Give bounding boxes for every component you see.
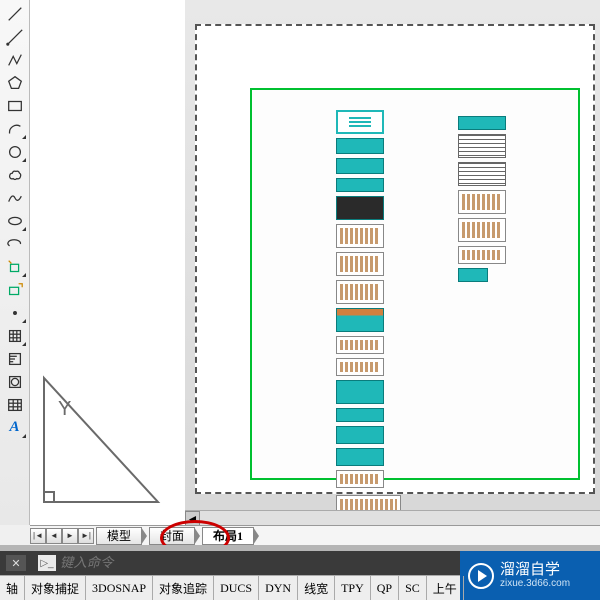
sheet-thumb — [336, 178, 384, 192]
tab-next-button[interactable]: ► — [62, 528, 78, 544]
status-qp[interactable]: QP — [371, 576, 399, 600]
spline-tool[interactable] — [3, 186, 27, 209]
title-block-thumb — [336, 110, 384, 134]
layout-tabs-bar: |◄ ◄ ► ►| 模型 封面 布局1 — [30, 525, 600, 545]
layout-viewport[interactable] — [250, 88, 580, 480]
horizontal-scrollbar[interactable]: ◄ — [185, 510, 600, 525]
status-ducs[interactable]: DUCS — [214, 576, 259, 600]
mtext-tool[interactable]: A — [3, 416, 27, 439]
sheet-thumb — [336, 426, 384, 444]
sheet-thumb — [336, 408, 384, 422]
line-tool[interactable] — [3, 2, 27, 25]
sheet-column-left — [336, 110, 384, 492]
scroll-left-icon[interactable]: ◄ — [185, 511, 200, 526]
tab-first-button[interactable]: |◄ — [30, 528, 46, 544]
sheet-thumb — [336, 380, 384, 404]
tab-model-label: 模型 — [107, 527, 131, 544]
status-otrack[interactable]: 对象追踪 — [153, 576, 214, 600]
badge-brand: 溜溜自学 — [500, 562, 570, 579]
rectangle-tool[interactable] — [3, 94, 27, 117]
status-tpy[interactable]: TPY — [335, 576, 371, 600]
sheet-column-right — [458, 116, 506, 286]
tab-cover[interactable]: 封面 — [149, 527, 195, 545]
play-icon — [468, 563, 494, 589]
arc-tool[interactable] — [3, 117, 27, 140]
tab-separator-icon — [253, 527, 259, 545]
sheet-thumb — [336, 138, 384, 154]
mtext-label: A — [9, 419, 19, 436]
point-tool[interactable] — [3, 301, 27, 324]
close-cmdline-button[interactable]: ✕ — [6, 555, 26, 571]
sheet-thumb — [458, 190, 506, 214]
sheet-thumb — [458, 116, 506, 130]
sheet-thumb — [458, 246, 506, 264]
status-bar: 轴 对象捕捉 3DOSNAP 对象追踪 DUCS DYN 线宽 TPY QP S… — [0, 575, 460, 600]
badge-site: zixue.3d66.com — [500, 578, 570, 589]
tab-separator-icon — [194, 527, 200, 545]
tab-separator-icon — [141, 527, 147, 545]
status-dyn[interactable]: DYN — [259, 576, 298, 600]
polygon-tool[interactable] — [3, 71, 27, 94]
table-tool[interactable] — [3, 393, 27, 416]
sheet-thumb — [336, 252, 384, 276]
ucs-y-text: Y — [58, 398, 71, 421]
sheet-thumb — [458, 268, 488, 282]
status-lwt[interactable]: 线宽 — [298, 576, 335, 600]
sheet-thumb — [458, 134, 506, 158]
sheet-thumb — [336, 336, 384, 354]
status-axis[interactable]: 轴 — [0, 576, 25, 600]
gradient-tool[interactable] — [3, 347, 27, 370]
watermark-badge: 溜溜自学 zixue.3d66.com — [460, 551, 600, 600]
status-3dosnap[interactable]: 3DOSNAP — [86, 576, 153, 600]
tab-last-button[interactable]: ►| — [78, 528, 94, 544]
ellipse-tool[interactable] — [3, 209, 27, 232]
tab-prev-button[interactable]: ◄ — [46, 528, 62, 544]
status-osnap[interactable]: 对象捕捉 — [25, 576, 86, 600]
sheet-thumb — [336, 308, 384, 332]
sheet-thumb — [336, 280, 384, 304]
circle-tool[interactable] — [3, 140, 27, 163]
hatch-tool[interactable] — [3, 324, 27, 347]
sheet-thumb — [336, 358, 384, 376]
sheet-thumb — [336, 470, 384, 488]
sheet-thumb — [458, 162, 506, 186]
sheet-thumb — [336, 448, 384, 466]
draw-toolbar: A — [0, 0, 30, 525]
tab-cover-label: 封面 — [160, 527, 184, 544]
revcloud-tool[interactable] — [3, 163, 27, 186]
ellipse-arc-tool[interactable] — [3, 232, 27, 255]
sheet-thumb — [336, 196, 384, 220]
ucs-icon[interactable]: Y — [36, 370, 166, 510]
tab-layout1[interactable]: 布局1 — [202, 527, 254, 545]
construction-line-tool[interactable] — [3, 25, 27, 48]
polyline-tool[interactable] — [3, 48, 27, 71]
tab-layout1-label: 布局1 — [213, 527, 243, 544]
insert-block-tool[interactable] — [3, 255, 27, 278]
sheet-thumb — [336, 224, 384, 248]
tab-model[interactable]: 模型 — [96, 527, 142, 545]
sheet-thumb — [336, 158, 384, 174]
region-tool[interactable] — [3, 370, 27, 393]
make-block-tool[interactable] — [3, 278, 27, 301]
sheet-thumb — [458, 218, 506, 242]
status-am[interactable]: 上午 — [427, 576, 464, 600]
tab-nav: |◄ ◄ ► ►| — [30, 528, 94, 544]
command-prompt-icon: ▷_ — [38, 555, 56, 571]
status-sc[interactable]: SC — [399, 576, 427, 600]
